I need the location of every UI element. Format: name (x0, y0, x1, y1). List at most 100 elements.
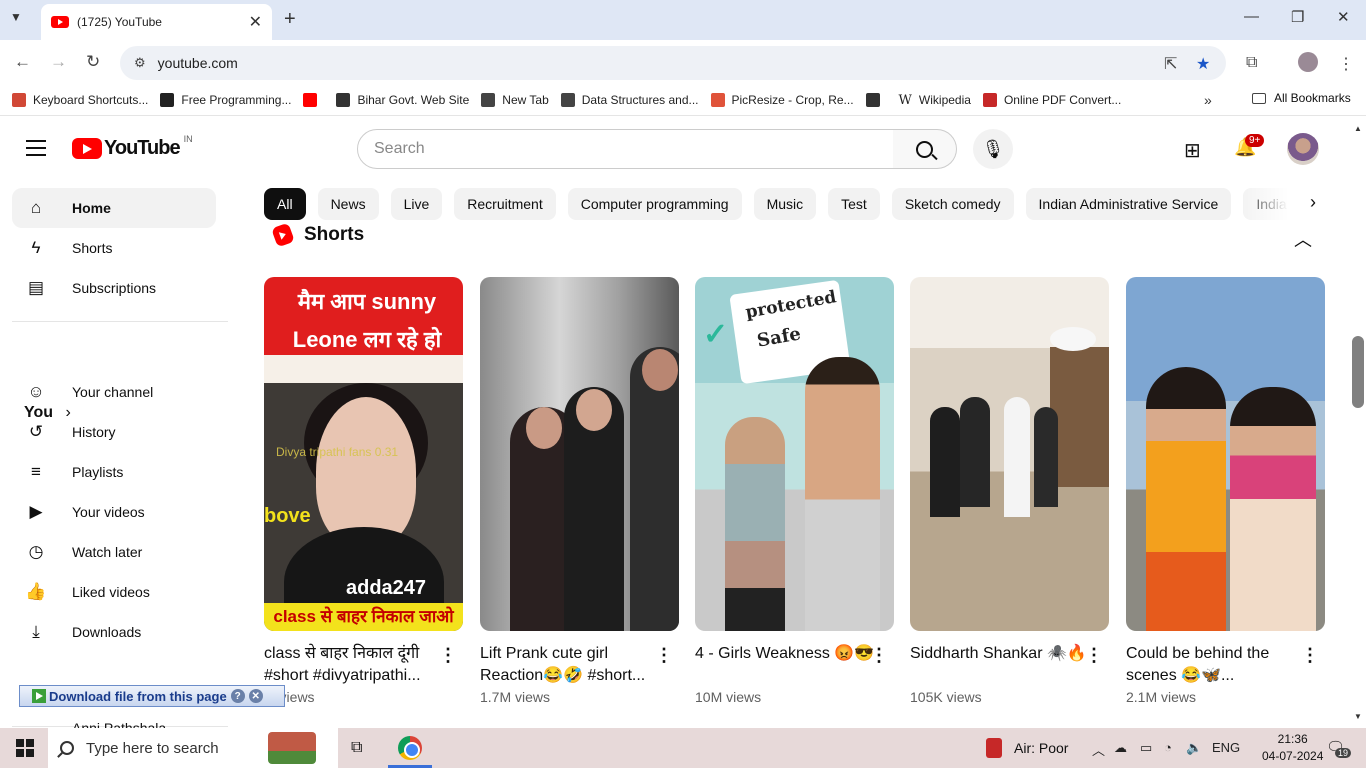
short-title[interactable]: class से बाहर निकाल दूंगी #short #divyat… (264, 643, 444, 687)
short-card[interactable]: Lift Prank cute girl Reaction😂🤣 #short..… (480, 277, 679, 705)
voice-search-button[interactable]: 🎙 (973, 129, 1013, 169)
short-thumbnail[interactable] (480, 277, 679, 631)
bookmark-item[interactable]: Free Programming... (160, 92, 291, 107)
search-highlight-image (268, 732, 316, 764)
sidebar-item-subscriptions[interactable]: ▤ Subscriptions (12, 268, 216, 308)
short-thumbnail[interactable]: protected Safe ✓ (695, 277, 894, 631)
address-bar[interactable]: ⚙ youtube.com (120, 46, 1226, 80)
bookmark-item[interactable]: Data Structures and... (560, 92, 699, 107)
page-scrollbar[interactable]: ▲ ▼ (1350, 120, 1366, 728)
site-info-icon[interactable]: ⚙ (134, 55, 146, 71)
chip-music[interactable]: Music (753, 188, 817, 220)
chip-sketch-comedy[interactable]: Sketch comedy (891, 188, 1014, 220)
minimize-button[interactable]: — (1244, 8, 1259, 25)
chip-live[interactable]: Live (390, 188, 443, 220)
close-window-button[interactable]: ✕ (1337, 8, 1350, 26)
search-button[interactable] (893, 129, 957, 169)
profile-avatar[interactable] (1298, 52, 1318, 72)
download-extension-bar[interactable]: Download file from this page ? ✕ (19, 685, 285, 707)
volume-icon[interactable]: 🔈 (1186, 740, 1202, 756)
forward-button[interactable]: → (50, 52, 67, 72)
bookmark-item[interactable]: Online PDF Convert... (982, 92, 1121, 107)
sidebar-item-playlists[interactable]: ≡ Playlists (12, 452, 216, 492)
menu-icon[interactable] (26, 140, 46, 156)
reload-button[interactable]: ↻ (86, 52, 100, 72)
task-view-icon[interactable]: ⧉ (351, 739, 362, 757)
sidebar-item-history[interactable]: ↺ History (12, 412, 216, 452)
tray-overflow-icon[interactable]: ︿ (1092, 740, 1105, 759)
more-options-icon[interactable]: ⋮ (439, 645, 457, 666)
search-input[interactable]: Search (357, 129, 894, 169)
chrome-taskbar-icon[interactable] (398, 736, 422, 760)
short-thumbnail[interactable] (1126, 277, 1325, 631)
short-thumbnail[interactable]: मैम आप sunny Leone लग रहे हो Divya tripa… (264, 277, 463, 631)
chip-indian-administrative-service[interactable]: Indian Administrative Service (1025, 188, 1232, 220)
sidebar-item-watch-later[interactable]: ◷ Watch later (12, 532, 216, 572)
browser-menu-icon[interactable]: ⋮ (1338, 54, 1354, 74)
tab-close-icon[interactable]: ✕ (249, 12, 262, 32)
account-avatar[interactable] (1287, 133, 1319, 165)
create-video-icon[interactable]: ⊞ (1184, 138, 1201, 163)
sidebar-item-your-videos[interactable]: ▶ Your videos (12, 492, 216, 532)
short-title[interactable]: Could be behind the scenes 😂🦋... (1126, 643, 1306, 687)
restore-button[interactable]: ❐ (1291, 8, 1304, 26)
download-icon: ⤓ (32, 622, 40, 641)
more-bookmarks-icon[interactable]: » (1204, 92, 1212, 108)
chip-test[interactable]: Test (828, 188, 880, 220)
sidebar-item-partial[interactable]: Anni Pathshala (72, 720, 166, 728)
chip-recruitment[interactable]: Recruitment (454, 188, 556, 220)
short-title[interactable]: 4 - Girls Weakness 😡😎 (695, 643, 875, 687)
short-title[interactable]: Lift Prank cute girl Reaction😂🤣 #short..… (480, 643, 660, 687)
close-icon[interactable]: ✕ (248, 689, 263, 703)
scroll-up-icon[interactable]: ▲ (1354, 124, 1362, 133)
bookmark-item[interactable]: New Tab (481, 92, 549, 107)
collapse-shorts-icon[interactable]: ︿ (1294, 226, 1312, 252)
sidebar-item-liked-videos[interactable]: 👍 Liked videos (12, 572, 216, 612)
short-card[interactable]: Could be behind the scenes 😂🦋... 2.1M vi… (1126, 277, 1325, 705)
all-bookmarks[interactable]: All Bookmarks (1252, 91, 1351, 105)
sidebar-item-your-channel[interactable]: ☺ Your channel (12, 372, 216, 412)
extensions-icon[interactable]: ⧉ (1246, 54, 1257, 72)
short-thumbnail[interactable] (910, 277, 1109, 631)
new-tab-button[interactable]: + (284, 8, 296, 31)
scrollbar-thumb[interactable] (1352, 336, 1364, 408)
chevron-right-icon[interactable]: › (1310, 192, 1316, 213)
chip-all[interactable]: All (264, 188, 306, 220)
chip-news[interactable]: News (317, 188, 379, 220)
chip-computer-programming[interactable]: Computer programming (567, 188, 742, 220)
network-icon[interactable]: ☁ (1114, 740, 1127, 756)
bookmark-item[interactable] (303, 92, 324, 107)
browser-tab[interactable]: (1725) YouTube ✕ (41, 4, 272, 40)
download-label[interactable]: Download file from this page (49, 689, 227, 704)
more-options-icon[interactable]: ⋮ (655, 645, 673, 666)
taskbar-clock[interactable]: 21:36 04-07-2024 (1262, 731, 1323, 765)
open-in-app-icon[interactable]: ⇱ (1164, 54, 1177, 74)
sidebar-item-home[interactable]: ⌂ Home (12, 188, 216, 228)
short-card[interactable]: मैम आप sunny Leone लग रहे हो Divya tripa… (264, 277, 463, 705)
wifi-icon[interactable]: ◔ (1164, 740, 1172, 755)
scroll-down-icon[interactable]: ▼ (1354, 712, 1362, 721)
battery-icon[interactable]: ▭ (1140, 740, 1152, 756)
bookmark-star-icon[interactable]: ★ (1196, 54, 1210, 74)
youtube-logo[interactable]: YouTube IN (72, 134, 193, 160)
short-title[interactable]: Siddharth Shankar 🕷️🔥 (910, 643, 1090, 687)
language-indicator[interactable]: ENG (1212, 740, 1240, 755)
sidebar-item-shorts[interactable]: ϟ Shorts (12, 228, 216, 268)
back-button[interactable]: ← (14, 52, 31, 72)
air-quality-widget[interactable]: Air: Poor (986, 738, 1068, 758)
bookmark-item[interactable]: W Wikipedia (898, 92, 971, 108)
more-options-icon[interactable]: ⋮ (1085, 645, 1103, 666)
short-card[interactable]: Siddharth Shankar 🕷️🔥 105K views ⋮ (910, 277, 1109, 705)
windows-start-icon[interactable] (16, 739, 34, 757)
tab-search-icon[interactable]: ▼ (10, 10, 22, 24)
bookmark-item[interactable]: Keyboard Shortcuts... (12, 92, 148, 107)
help-icon[interactable]: ? (230, 689, 245, 703)
bookmark-item[interactable]: PicResize - Crop, Re... (710, 92, 854, 107)
bookmark-item[interactable]: Bihar Govt. Web Site (336, 92, 469, 107)
filter-chips: All News Live Recruitment Computer programmi… (264, 188, 1312, 220)
more-options-icon[interactable]: ⋮ (870, 645, 888, 666)
sidebar-item-downloads[interactable]: ⤓ Downloads (12, 612, 216, 652)
short-card[interactable]: protected Safe ✓ 4 - Girls Weakness 😡😎 1… (695, 277, 894, 705)
bookmark-item[interactable] (865, 92, 887, 107)
more-options-icon[interactable]: ⋮ (1301, 645, 1319, 666)
